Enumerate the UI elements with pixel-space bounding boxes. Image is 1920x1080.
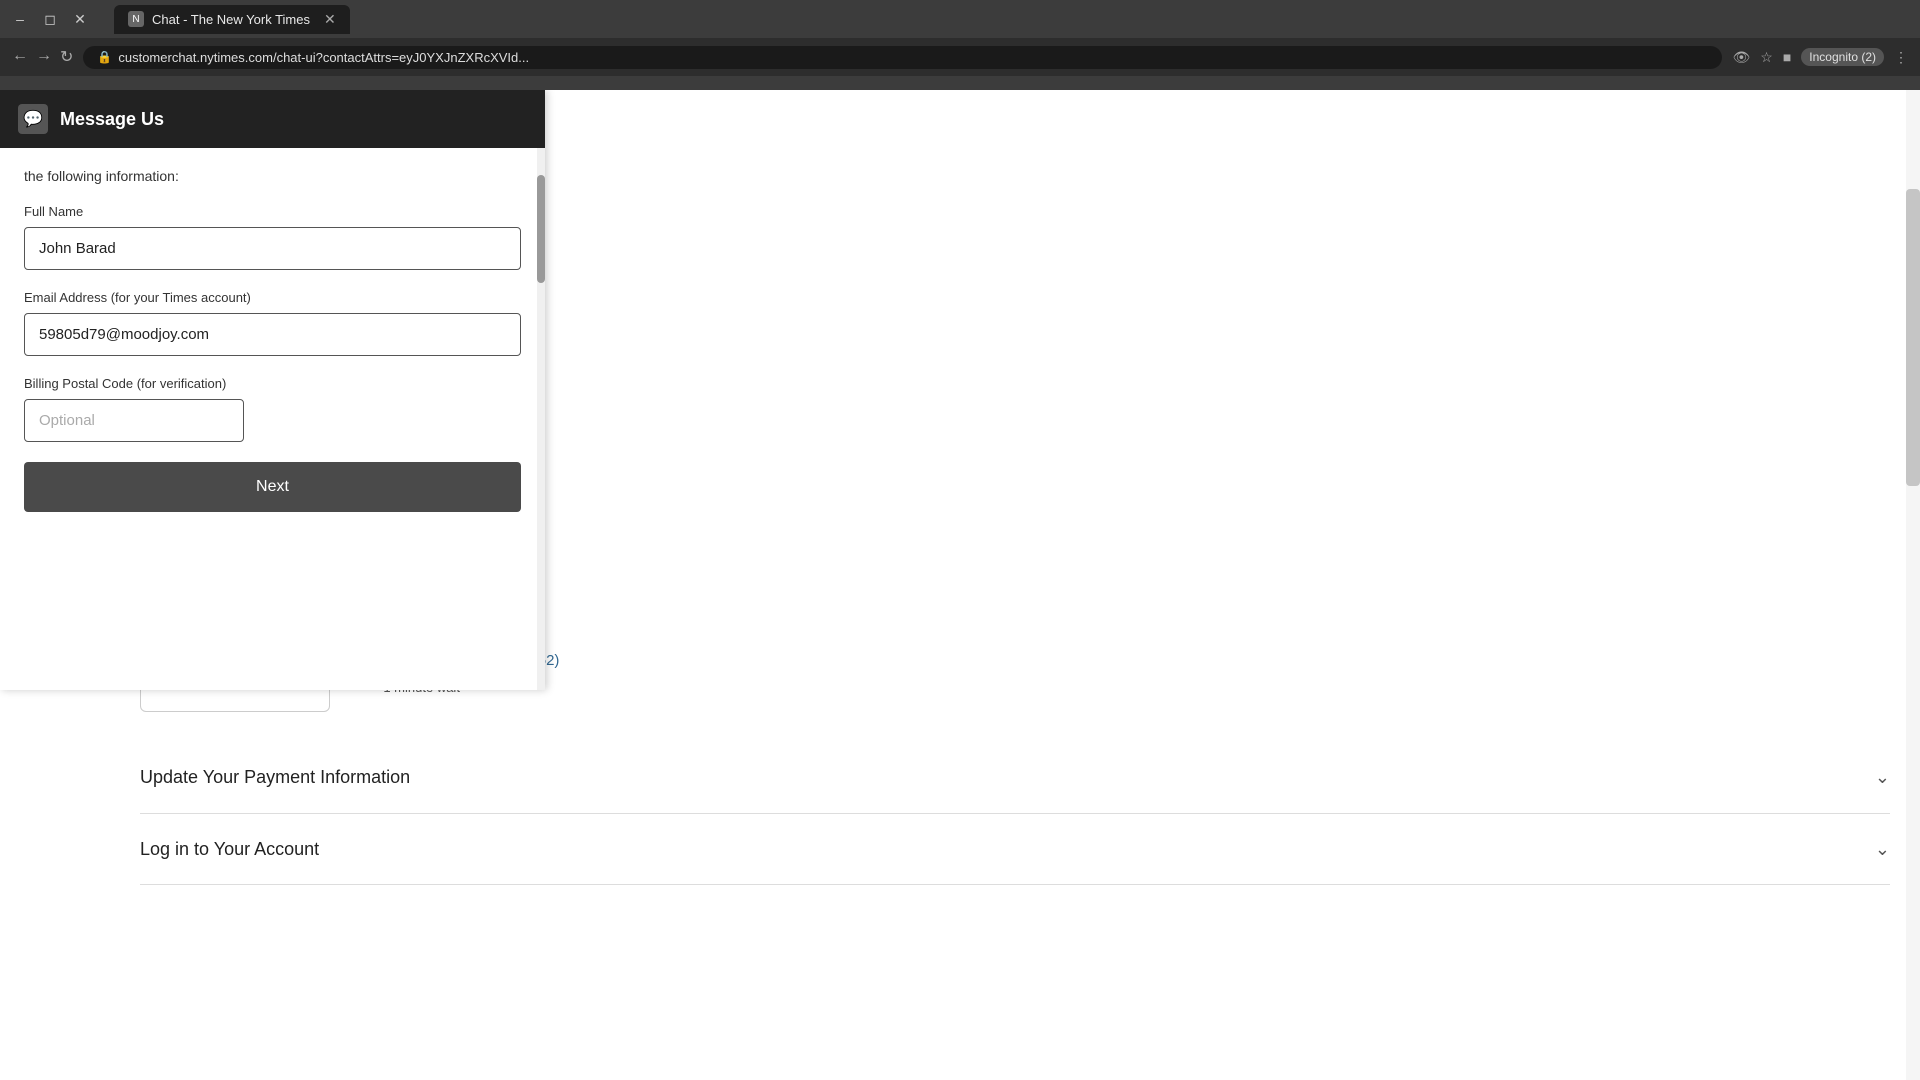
- url-text: customerchat.nytimes.com/chat-ui?contact…: [118, 50, 529, 65]
- tab-title: Chat - The New York Times: [152, 12, 310, 27]
- postal-code-input[interactable]: [24, 399, 244, 442]
- full-name-group: Full Name: [24, 204, 521, 270]
- page-scrollbar-thumb: [1906, 189, 1920, 486]
- payment-section-title: Update Your Payment Information: [140, 762, 410, 793]
- login-section-title: Log in to Your Account: [140, 834, 319, 865]
- back-button[interactable]: ←: [12, 47, 28, 67]
- chat-scroll-area[interactable]: the following information: Full Name Ema…: [0, 148, 545, 690]
- extensions-icon[interactable]: ■: [1783, 49, 1791, 65]
- page-content: st seven days is on the Report nt page. …: [0, 90, 1920, 1080]
- star-icon[interactable]: ☆: [1760, 49, 1773, 66]
- chat-header-icon: 💬: [18, 104, 48, 134]
- chat-widget: 💬 Message Us the following information: …: [0, 90, 545, 690]
- window-controls[interactable]: – ◻ ✕: [12, 11, 88, 27]
- full-name-label: Full Name: [24, 204, 521, 219]
- scroll-thumb: [537, 175, 545, 283]
- login-chevron-icon: ⌄: [1875, 834, 1890, 865]
- login-accordion[interactable]: Log in to Your Account ⌄: [140, 814, 1890, 886]
- full-name-input[interactable]: [24, 227, 521, 270]
- chat-body: the following information: Full Name Ema…: [0, 148, 545, 690]
- forward-button[interactable]: →: [36, 47, 52, 67]
- address-bar-row: ← → ↻ 🔒 customerchat.nytimes.com/chat-ui…: [0, 38, 1920, 76]
- eye-icon: 👁: [1732, 49, 1750, 66]
- email-label: Email Address (for your Times account): [24, 290, 521, 305]
- chat-header-title: Message Us: [60, 109, 164, 130]
- maximize-button[interactable]: ◻: [42, 11, 58, 27]
- lock-icon: 🔒: [97, 50, 112, 64]
- tab-close-button[interactable]: ✕: [324, 11, 336, 28]
- incognito-badge: Incognito (2): [1801, 48, 1884, 66]
- postal-code-group: Billing Postal Code (for verification): [24, 376, 521, 442]
- postal-code-label: Billing Postal Code (for verification): [24, 376, 521, 391]
- title-bar: – ◻ ✕ N Chat - The New York Times ✕: [0, 0, 1920, 38]
- message-icon: 💬: [23, 109, 43, 129]
- browser-tab[interactable]: N Chat - The New York Times ✕: [114, 5, 350, 34]
- scroll-indicator: [537, 148, 545, 690]
- chat-intro-text: the following information:: [24, 168, 521, 184]
- payment-accordion[interactable]: Update Your Payment Information ⌄: [140, 742, 1890, 814]
- email-input[interactable]: [24, 313, 521, 356]
- nav-icons[interactable]: ← → ↻: [12, 47, 73, 67]
- address-bar[interactable]: 🔒 customerchat.nytimes.com/chat-ui?conta…: [83, 46, 1722, 69]
- page-scrollbar[interactable]: [1906, 90, 1920, 1080]
- next-button[interactable]: Next: [24, 462, 521, 512]
- menu-icon[interactable]: ⋮: [1894, 49, 1908, 66]
- close-button[interactable]: ✕: [72, 11, 88, 27]
- chat-header: 💬 Message Us: [0, 90, 545, 148]
- email-group: Email Address (for your Times account): [24, 290, 521, 356]
- tab-favicon: N: [128, 11, 144, 27]
- browser-actions: 👁 ☆ ■ Incognito (2) ⋮: [1732, 48, 1908, 66]
- browser-chrome: – ◻ ✕ N Chat - The New York Times ✕ ← → …: [0, 0, 1920, 90]
- payment-chevron-icon: ⌄: [1875, 762, 1890, 793]
- reload-button[interactable]: ↻: [60, 47, 73, 67]
- minimize-button[interactable]: –: [12, 11, 28, 27]
